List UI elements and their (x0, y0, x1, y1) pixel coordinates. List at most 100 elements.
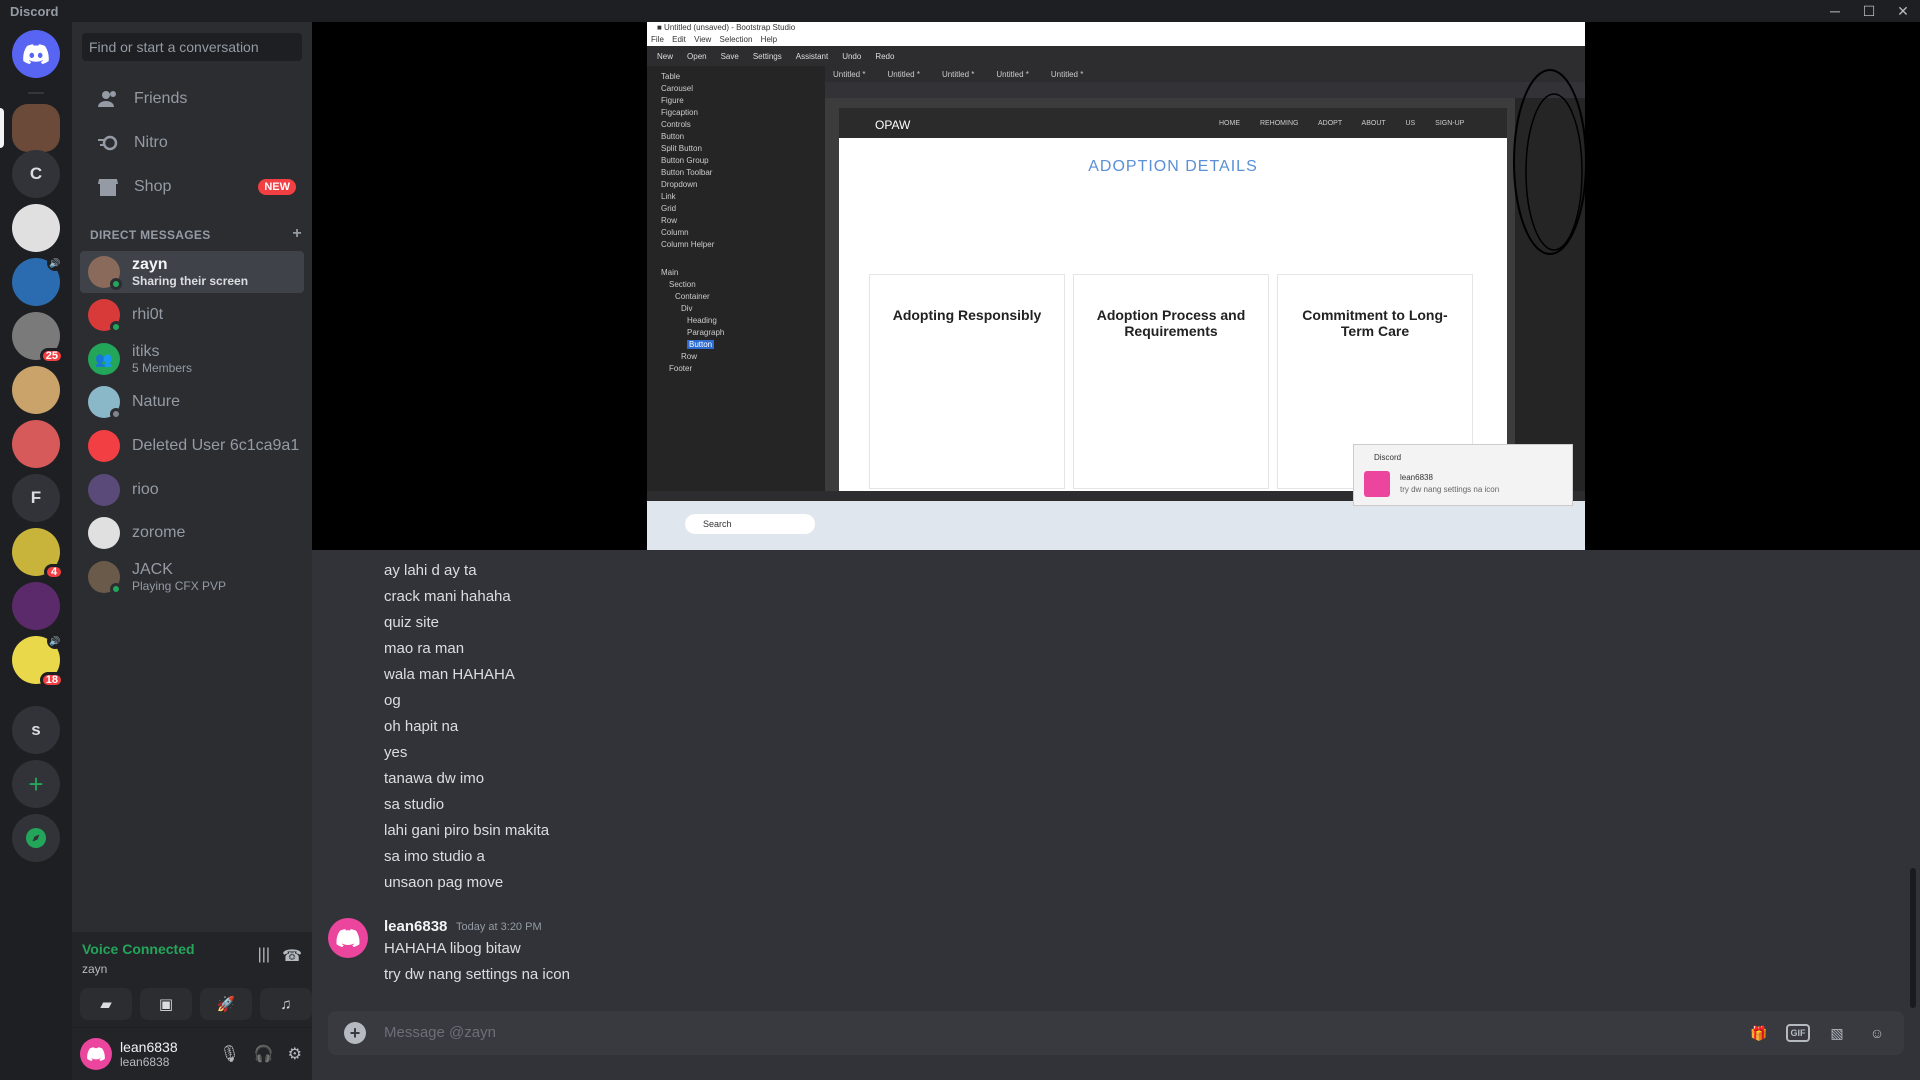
server-avatar-9[interactable]: 4 (12, 528, 64, 580)
gift-icon[interactable]: 🎁 (1746, 1021, 1772, 1045)
message-composer[interactable]: + Message @zayn 🎁 GIF ▧ ☺ (328, 1011, 1904, 1055)
dm-itiks[interactable]: 👥 itiks 5 Members (80, 338, 304, 380)
dm-deleted-user[interactable]: Deleted User 6c1ca9a1 (80, 425, 304, 467)
voice-panel: Voice Connected zayn ||| ☎ ▰ ▣ 🚀 ♫ (72, 932, 312, 1028)
server-avatar-4[interactable]: 🔊 (12, 255, 63, 306)
shared-overview-item: Button (687, 340, 715, 349)
server-avatar-3[interactable] (12, 204, 60, 252)
shared-tabs: Untitled * Untitled * Untitled * Untitle… (825, 66, 1585, 82)
gif-button[interactable]: GIF (1786, 1024, 1810, 1042)
sticker-icon[interactable]: ▧ (1824, 1021, 1850, 1045)
dm-rhi0t[interactable]: rhi0t (80, 294, 304, 336)
emoji-icon[interactable]: ☺ (1864, 1021, 1890, 1045)
user-panel: lean6838 lean6838 🎙 🎧 ⚙ (72, 1028, 312, 1080)
dm-nature[interactable]: Nature (80, 381, 304, 423)
server-s[interactable]: s (12, 706, 60, 754)
close-icon[interactable]: ✕ (1886, 0, 1920, 22)
shared-card-heading: Commitment to Long-Term Care (1302, 307, 1448, 339)
username: lean6838 (120, 1039, 178, 1055)
dm-name: JACK (132, 561, 173, 578)
dm-activity: Playing CFX PVP (132, 579, 227, 593)
shared-menu-bar: File Edit View Selection Help (647, 34, 1585, 46)
server-avatar-7[interactable] (12, 420, 60, 468)
shared-toolbar: New Open Save Settings Assistant Undo Re… (647, 46, 1585, 66)
dm-header-label: DIRECT MESSAGES (90, 228, 211, 242)
message-author[interactable]: lean6838 (384, 918, 447, 935)
shared-component-item: Table (661, 72, 681, 81)
screen-share-button[interactable]: ▣ (140, 988, 192, 1020)
shared-tab: Untitled * (1050, 69, 1084, 79)
shared-tool: Redo (875, 51, 895, 61)
dm-name: Nature (132, 393, 181, 410)
conversation-search[interactable]: Find or start a conversation (82, 33, 302, 61)
mention-badge: 18 (39, 672, 64, 688)
dm-name: Deleted User 6c1ca9a1 (132, 437, 300, 454)
shared-component-item: Split Button (661, 144, 702, 153)
message-input[interactable]: Message @zayn (384, 1024, 496, 1041)
shared-tab: Untitled * (887, 69, 920, 79)
dm-rioo[interactable]: rioo (80, 469, 304, 511)
home-button[interactable] (12, 30, 60, 78)
user-avatar[interactable] (80, 1038, 112, 1070)
dm-sidebar: Find or start a conversation Friends Nit… (72, 22, 312, 1080)
soundboard-button[interactable]: ♫ (260, 988, 312, 1020)
nitro-nav[interactable]: Nitro (80, 122, 304, 164)
shared-window-title: ■ Untitled (unsaved) - Bootstrap Studio (647, 22, 1585, 34)
shared-component-item: Figcaption (661, 108, 698, 117)
dm-jack[interactable]: JACK Playing CFX PVP (80, 556, 304, 598)
explore-servers-button[interactable] (12, 814, 60, 862)
activities-button[interactable]: 🚀 (200, 988, 252, 1020)
server-avatar-6[interactable] (12, 366, 60, 414)
shared-overview-item: Footer (669, 364, 693, 373)
shared-overview-item: Heading (687, 316, 717, 325)
avatar (88, 517, 120, 549)
shared-canvas-toolbar (825, 82, 1585, 98)
shared-components-panel: Table Carousel Figure Figcaption Control… (647, 66, 825, 491)
dm-zorome[interactable]: zorome (80, 512, 304, 554)
speaker-icon: 🔊 (47, 633, 63, 649)
shared-site-logo: OPAW (875, 118, 911, 132)
server-f[interactable]: F (12, 474, 60, 522)
headphones-icon[interactable]: 🎧 (254, 1044, 274, 1064)
message-line: sa imo studio a (384, 848, 485, 865)
shop-label: Shop (134, 178, 172, 195)
shared-tool: New (657, 51, 674, 61)
shared-tool: Assistant (795, 51, 829, 61)
message-author-avatar[interactable] (328, 918, 368, 958)
message-line: lahi gani piro bsin makita (384, 822, 550, 839)
message-scrollbar[interactable] (1910, 868, 1916, 1008)
server-avatar-10[interactable] (12, 582, 60, 630)
message-line: tanawa dw imo (384, 770, 485, 787)
shared-taskbar-search: Search (685, 514, 815, 534)
shared-component-item: Column (661, 228, 689, 237)
shared-overview-item: Section (669, 280, 696, 289)
server-avatar-1[interactable] (0, 104, 60, 152)
create-dm-icon[interactable]: + (292, 226, 302, 242)
minimize-icon[interactable]: ─ (1818, 0, 1852, 22)
server-avatar-11[interactable]: 🔊 18 (12, 633, 64, 688)
attach-plus-icon[interactable]: + (344, 1022, 366, 1044)
camera-off-button[interactable]: ▰ (80, 988, 132, 1020)
server-c[interactable]: C (12, 150, 60, 198)
title-bar: Discord ─ ☐ ✕ (0, 0, 1920, 22)
server-c-label: C (29, 164, 43, 183)
server-avatar-5[interactable]: 25 (12, 312, 64, 364)
add-server-button[interactable]: + (12, 760, 60, 808)
annotation-scribble (1513, 69, 1585, 255)
microphone-icon[interactable]: 🎙 (219, 1044, 239, 1064)
shared-component-item: Figure (661, 96, 684, 105)
friends-nav[interactable]: Friends (80, 78, 304, 120)
shared-canvas: OPAW HOME REHOMING ADOPT ABOUT US SIGN-U… (825, 98, 1515, 491)
shared-tool: Undo (842, 51, 862, 61)
noise-suppression-icon[interactable]: ||| (258, 946, 270, 966)
settings-gear-icon[interactable]: ⚙ (288, 1044, 302, 1064)
shared-tool: Open (687, 51, 707, 61)
shop-nav[interactable]: Shop NEW (80, 166, 304, 208)
avatar (88, 474, 120, 506)
voice-channel[interactable]: zayn (82, 962, 107, 976)
shared-screen[interactable]: ■ Untitled (unsaved) - Bootstrap Studio … (647, 22, 1585, 550)
dm-name: rioo (132, 481, 159, 498)
dm-zayn[interactable]: zayn Sharing their screen (80, 251, 304, 293)
disconnect-icon[interactable]: ☎ (282, 946, 302, 966)
maximize-icon[interactable]: ☐ (1852, 0, 1886, 22)
